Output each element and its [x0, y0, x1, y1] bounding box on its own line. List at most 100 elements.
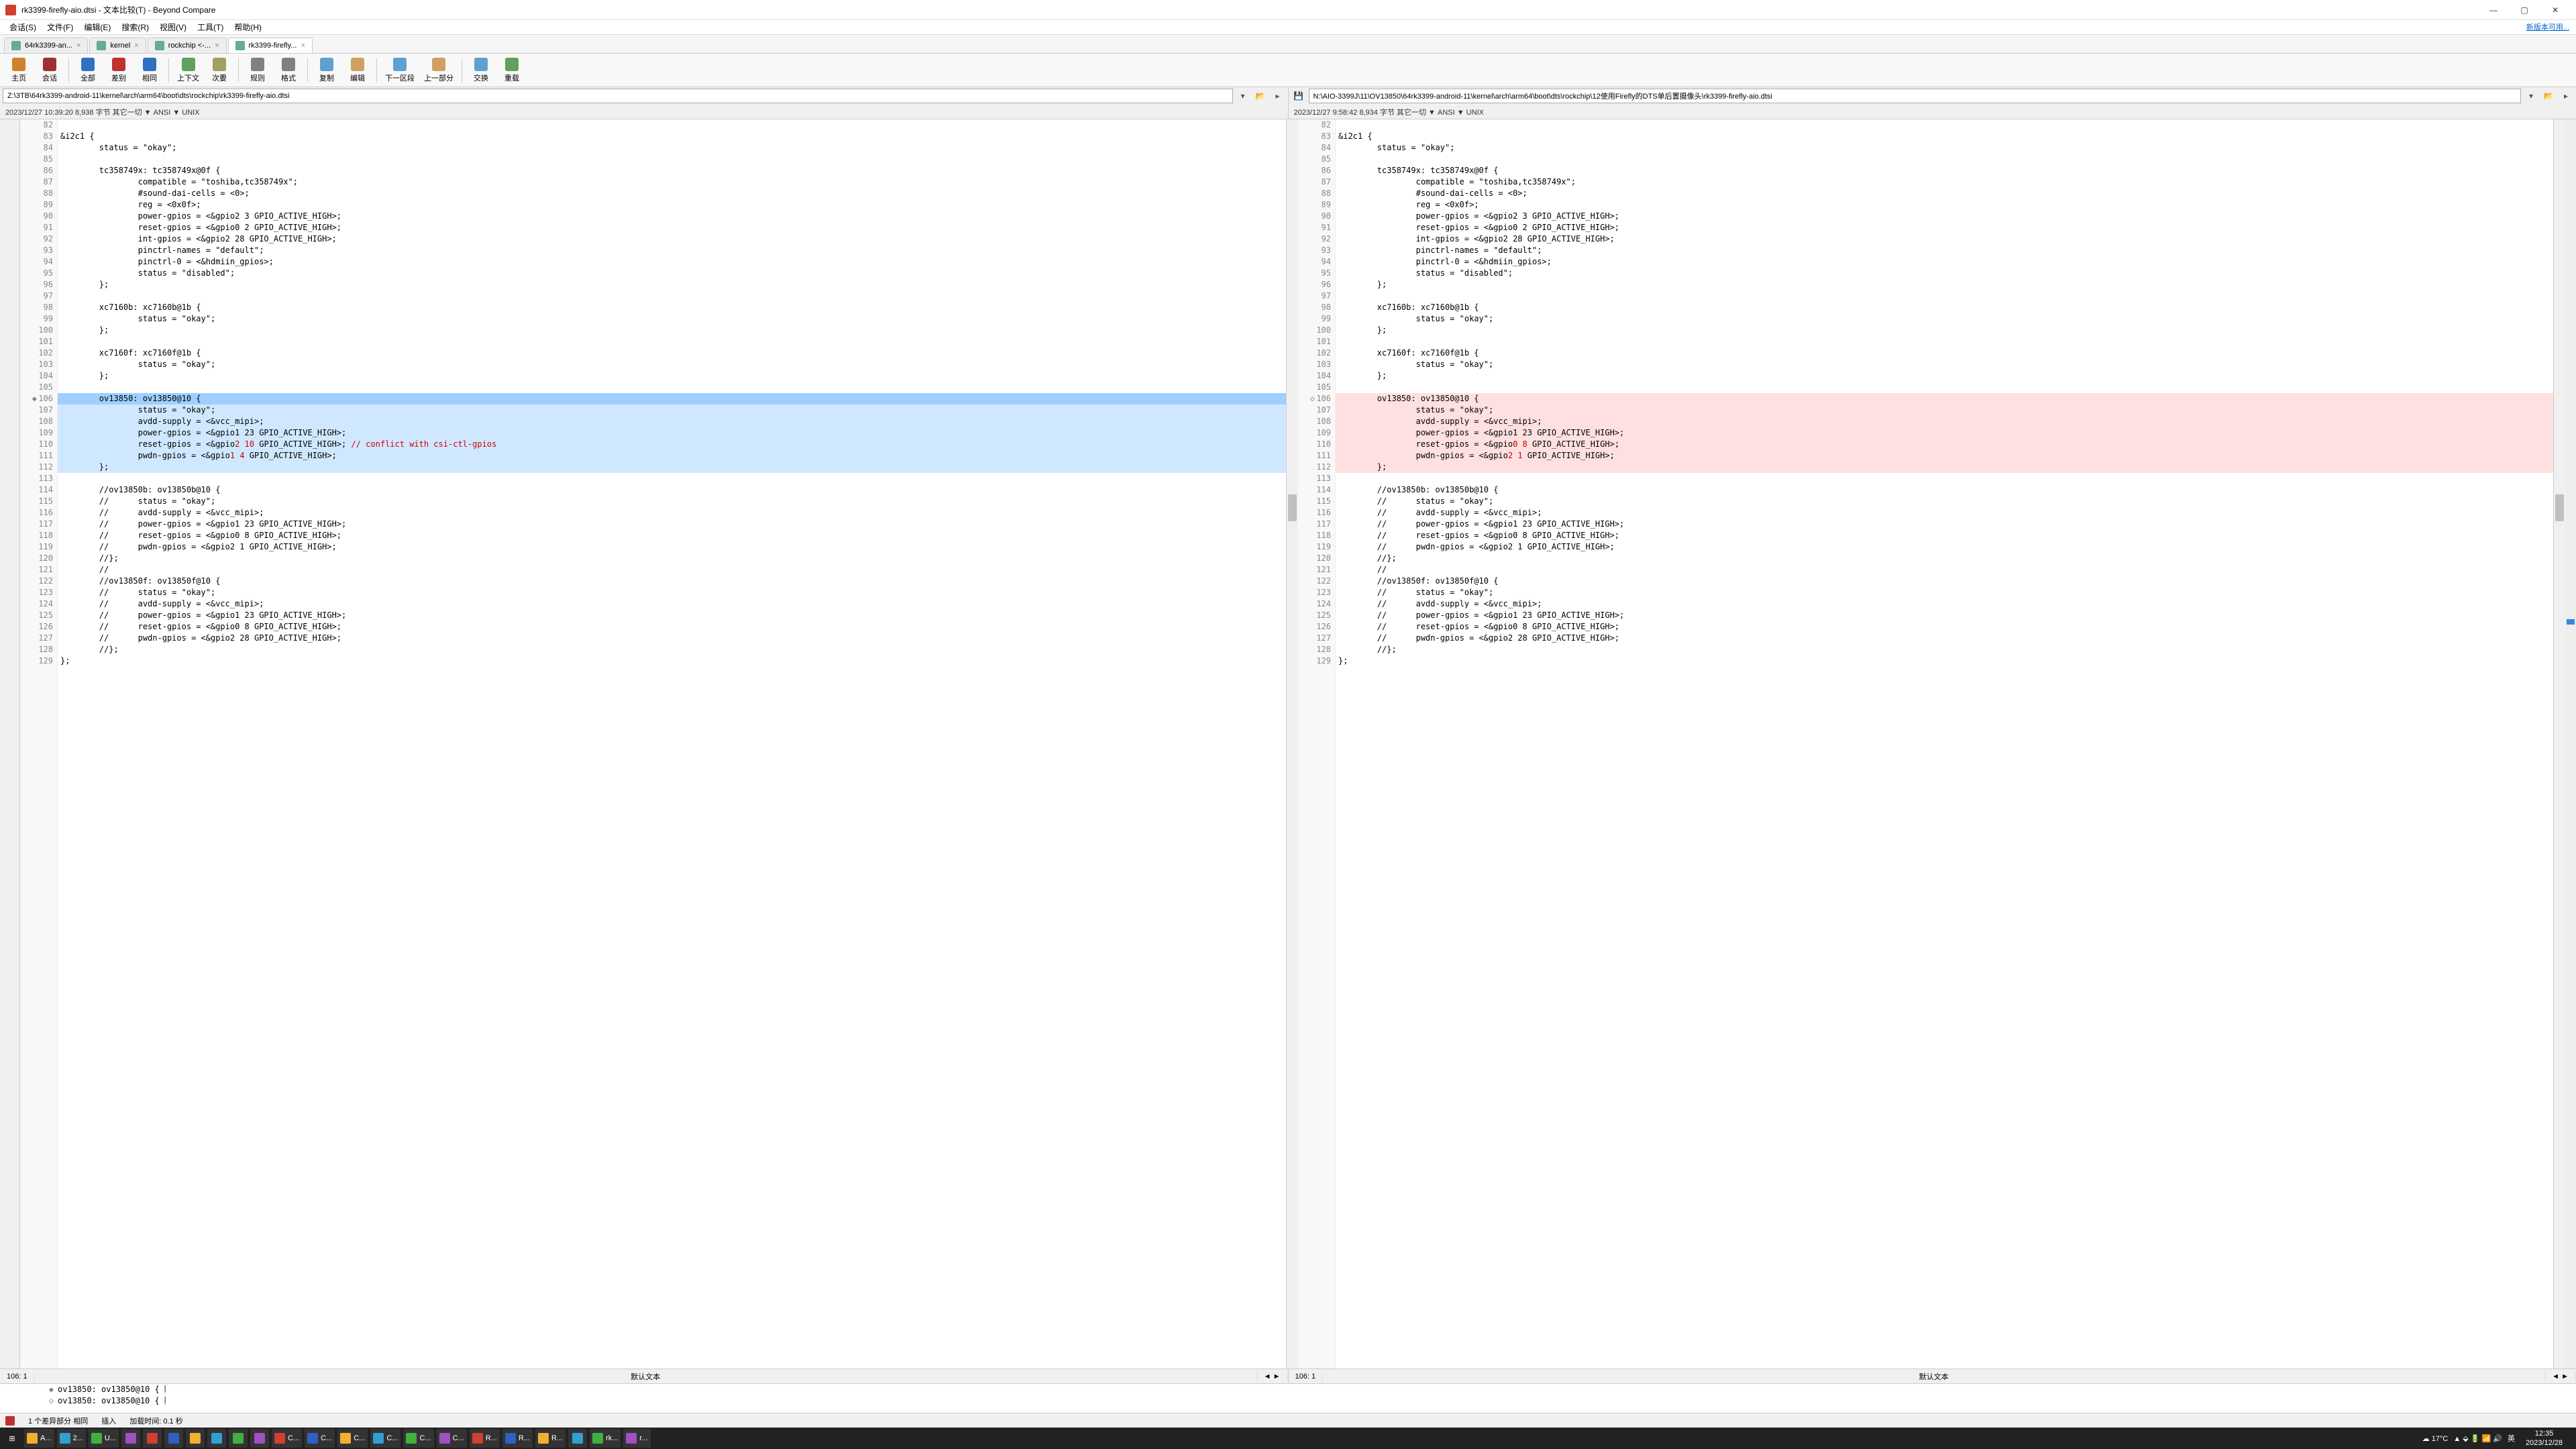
taskbar-app[interactable] — [121, 1429, 140, 1448]
left-scrollbar[interactable] — [1286, 119, 1298, 1368]
code-line[interactable]: tc358749x: tc358749x@0f { — [58, 165, 1286, 176]
code-line[interactable] — [58, 119, 1286, 131]
code-line[interactable]: }; — [1336, 279, 2553, 290]
code-line[interactable]: power-gpios = <&gpio1 23 GPIO_ACTIVE_HIG… — [1336, 427, 2553, 439]
code-line[interactable] — [58, 336, 1286, 347]
code-line[interactable]: pinctrl-0 = <&hdmiin_gpios>; — [58, 256, 1286, 268]
code-line[interactable] — [58, 290, 1286, 302]
code-line[interactable]: }; — [1336, 325, 2553, 336]
code-line[interactable]: // reset-gpios = <&gpio0 8 GPIO_ACTIVE_H… — [1336, 621, 2553, 633]
left-pane[interactable]: 8283848586878889909192939495969798991001… — [20, 119, 1298, 1368]
code-line[interactable]: // pwdn-gpios = <&gpio2 28 GPIO_ACTIVE_H… — [1336, 633, 2553, 644]
code-line[interactable]: ov13850: ov13850@10 { — [1336, 393, 2553, 405]
code-line[interactable]: xc7160b: xc7160b@1b { — [1336, 302, 2553, 313]
code-line[interactable]: #sound-dai-cells = <0>; — [1336, 188, 2553, 199]
new-version-link[interactable]: 新版本可用... — [2526, 21, 2569, 32]
toolbar-button[interactable]: 主页 — [4, 55, 34, 86]
code-line[interactable]: // avdd-supply = <&vcc_mipi>; — [58, 507, 1286, 519]
code-line[interactable]: // power-gpios = <&gpio1 23 GPIO_ACTIVE_… — [1336, 519, 2553, 530]
code-line[interactable]: compatible = "toshiba,tc358749x"; — [58, 176, 1286, 188]
code-line[interactable]: reset-gpios = <&gpio0 2 GPIO_ACTIVE_HIGH… — [58, 222, 1286, 233]
code-line[interactable]: avdd-supply = <&vcc_mipi>; — [58, 416, 1286, 427]
code-line[interactable]: }; — [58, 279, 1286, 290]
code-line[interactable]: //ov13850f: ov13850f@10 { — [1336, 576, 2553, 587]
session-tab[interactable]: rockchip <-...× — [148, 38, 227, 53]
code-line[interactable]: status = "okay"; — [1336, 359, 2553, 370]
code-line[interactable]: }; — [1336, 655, 2553, 667]
code-line[interactable]: //}; — [58, 644, 1286, 655]
toolbar-button[interactable]: 交换 — [466, 55, 496, 86]
code-line[interactable]: int-gpios = <&gpio2 28 GPIO_ACTIVE_HIGH>… — [58, 233, 1286, 245]
code-line[interactable]: status = "okay"; — [1336, 313, 2553, 325]
code-line[interactable] — [1336, 336, 2553, 347]
menu-item[interactable]: 帮助(H) — [230, 20, 266, 34]
toolbar-button[interactable]: 全部 — [73, 55, 103, 86]
code-line[interactable] — [1336, 290, 2553, 302]
code-line[interactable]: }; — [58, 462, 1286, 473]
code-line[interactable]: status = "okay"; — [58, 359, 1286, 370]
left-open-button[interactable]: 📂 — [1253, 89, 1268, 103]
code-line[interactable]: reset-gpios = <&gpio0 2 GPIO_ACTIVE_HIGH… — [1336, 222, 2553, 233]
code-line[interactable]: }; — [58, 370, 1286, 382]
code-line[interactable]: // power-gpios = <&gpio1 23 GPIO_ACTIVE_… — [58, 519, 1286, 530]
right-save-button[interactable]: 💾 — [1291, 89, 1306, 103]
minimize-button[interactable]: — — [2478, 0, 2509, 20]
taskbar-app[interactable] — [143, 1429, 162, 1448]
right-path-input[interactable] — [1309, 89, 2522, 103]
code-line[interactable]: status = "okay"; — [1336, 405, 2553, 416]
code-line[interactable]: int-gpios = <&gpio2 28 GPIO_ACTIVE_HIGH>… — [1336, 233, 2553, 245]
start-button[interactable]: ⊞ — [3, 1429, 21, 1448]
toolbar-button[interactable]: 规则 — [243, 55, 272, 86]
menu-item[interactable]: 工具(T) — [193, 20, 227, 34]
code-line[interactable]: xc7160b: xc7160b@1b { — [58, 302, 1286, 313]
taskbar-app[interactable]: rk... — [590, 1429, 621, 1448]
code-line[interactable]: //ov13850b: ov13850b@10 { — [58, 484, 1286, 496]
taskbar-app[interactable]: C... — [437, 1429, 467, 1448]
left-path-dropdown[interactable]: ▾ — [1236, 89, 1250, 103]
weather-widget[interactable]: ☁ 17°C — [2422, 1434, 2449, 1443]
code-line[interactable]: status = "okay"; — [58, 142, 1286, 154]
code-line[interactable]: // reset-gpios = <&gpio0 8 GPIO_ACTIVE_H… — [1336, 530, 2553, 541]
code-line[interactable]: status = "disabled"; — [58, 268, 1286, 279]
code-line[interactable]: compatible = "toshiba,tc358749x"; — [1336, 176, 2553, 188]
close-button[interactable]: ✕ — [2540, 0, 2571, 20]
toolbar-button[interactable]: 上下文 — [173, 55, 203, 86]
code-line[interactable]: // power-gpios = <&gpio1 23 GPIO_ACTIVE_… — [58, 610, 1286, 621]
taskbar-app[interactable]: R... — [535, 1429, 566, 1448]
code-line[interactable] — [1336, 154, 2553, 165]
code-line[interactable]: }; — [58, 325, 1286, 336]
code-line[interactable] — [1336, 382, 2553, 393]
menu-item[interactable]: 会话(S) — [5, 20, 40, 34]
code-line[interactable] — [1336, 473, 2553, 484]
code-line[interactable]: // status = "okay"; — [58, 496, 1286, 507]
taskbar-app[interactable]: U... — [89, 1429, 119, 1448]
code-line[interactable]: power-gpios = <&gpio2 3 GPIO_ACTIVE_HIGH… — [58, 211, 1286, 222]
right-pane[interactable]: 8283848586878889909192939495969798991001… — [1298, 119, 2576, 1368]
code-line[interactable]: #sound-dai-cells = <0>; — [58, 188, 1286, 199]
taskbar-app[interactable] — [207, 1429, 226, 1448]
code-line[interactable]: reset-gpios = <&gpio2 10 GPIO_ACTIVE_HIG… — [58, 439, 1286, 450]
code-line[interactable] — [58, 154, 1286, 165]
menu-item[interactable]: 搜索(R) — [117, 20, 153, 34]
code-line[interactable]: reg = <0x0f>; — [1336, 199, 2553, 211]
code-line[interactable]: // avdd-supply = <&vcc_mipi>; — [58, 598, 1286, 610]
maximize-button[interactable]: ▢ — [2509, 0, 2540, 20]
taskbar-app[interactable]: C... — [337, 1429, 368, 1448]
toolbar-button[interactable]: 复制 — [312, 55, 341, 86]
code-line[interactable]: pinctrl-names = "default"; — [1336, 245, 2553, 256]
system-tray[interactable]: ☁ 17°C ▲ ⬙ 🔋 📶 🔊 英 12:35 2023/12/28 — [2417, 1429, 2573, 1448]
right-open-button[interactable]: 📂 — [2541, 89, 2556, 103]
right-path-dropdown[interactable]: ▾ — [2524, 89, 2538, 103]
taskbar-app[interactable]: C... — [370, 1429, 400, 1448]
code-line[interactable]: // status = "okay"; — [1336, 587, 2553, 598]
code-line[interactable]: status = "okay"; — [58, 313, 1286, 325]
session-tab[interactable]: 64rk3399-an...× — [4, 38, 88, 53]
code-line[interactable]: xc7160f: xc7160f@1b { — [58, 347, 1286, 359]
code-line[interactable]: reset-gpios = <&gpio0 8 GPIO_ACTIVE_HIGH… — [1336, 439, 2553, 450]
code-line[interactable]: &i2c1 { — [1336, 131, 2553, 142]
session-tab[interactable]: kernel× — [89, 38, 146, 53]
tab-close-icon[interactable]: × — [134, 42, 138, 50]
code-line[interactable]: // avdd-supply = <&vcc_mipi>; — [1336, 507, 2553, 519]
code-line[interactable]: status = "disabled"; — [1336, 268, 2553, 279]
taskbar-app[interactable]: R... — [470, 1429, 500, 1448]
